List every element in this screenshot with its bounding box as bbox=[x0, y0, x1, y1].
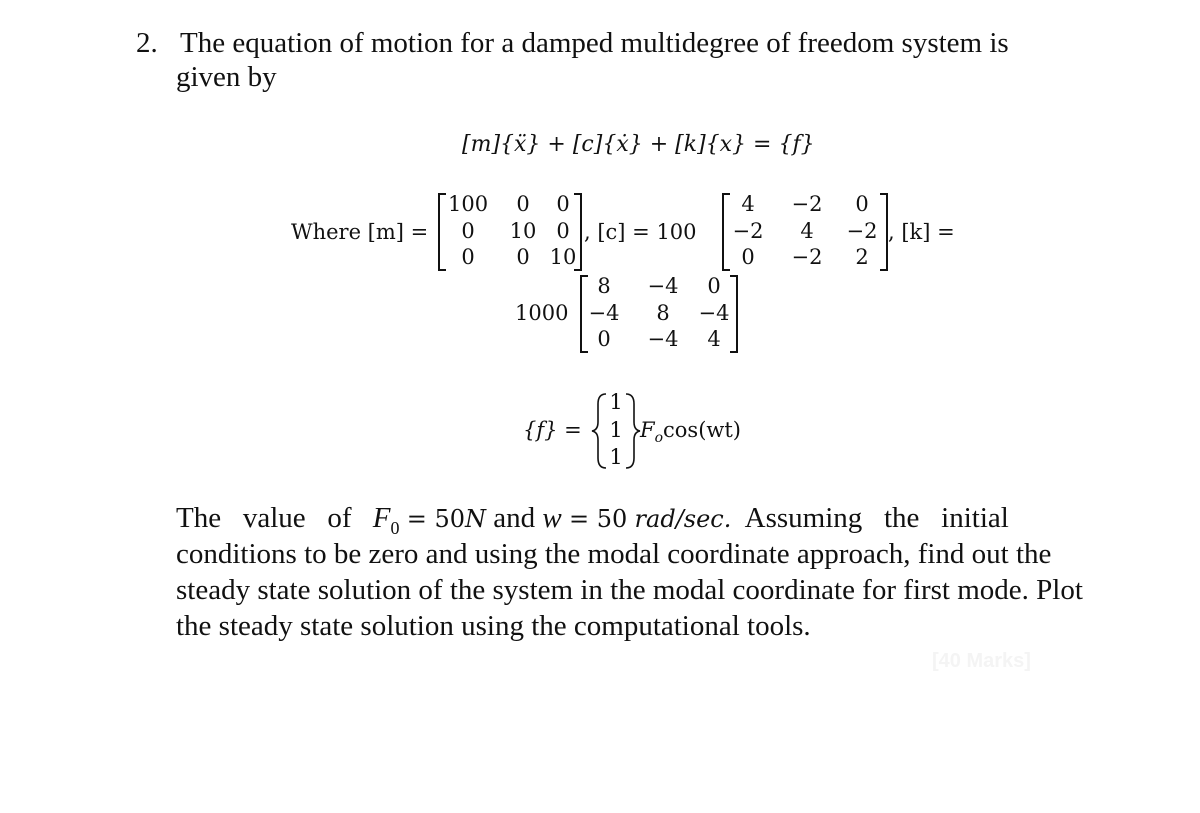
m-cell: 100 bbox=[448, 192, 489, 216]
c-cell: 2 bbox=[855, 245, 869, 269]
force-vector-entry: 1 bbox=[609, 445, 623, 469]
k-cell: 0 bbox=[597, 327, 611, 351]
force-vector-entry: 1 bbox=[609, 390, 623, 414]
m-cell: 10 bbox=[509, 219, 537, 243]
c-cell: −2 bbox=[791, 245, 823, 269]
force-amplitude-symbol: F bbox=[640, 418, 655, 442]
F0-unit: N bbox=[465, 505, 487, 533]
force-lhs: {f} = bbox=[523, 417, 582, 443]
mass-matrix: 100 0 0 0 10 0 0 0 10 bbox=[438, 191, 588, 271]
c-cell: 0 bbox=[741, 245, 755, 269]
w-symbol: w bbox=[542, 502, 562, 534]
m-cell: 0 bbox=[461, 245, 475, 269]
c-cell: −2 bbox=[791, 192, 823, 216]
stiffness-matrix: 8 −4 0 −4 8 −4 0 −4 4 bbox=[580, 273, 740, 353]
left-brace-icon bbox=[591, 393, 607, 469]
F0-subscript: 0 bbox=[390, 517, 400, 538]
m-cell: 0 bbox=[516, 192, 530, 216]
equation-of-motion: [m]{ẍ} + [c]{ẋ} + [k]{x} = {f} bbox=[462, 132, 815, 157]
right-bracket bbox=[574, 193, 582, 271]
force-amplitude-subscript: o bbox=[654, 430, 664, 447]
problem-line2: conditions to be zero and using the moda… bbox=[176, 538, 1052, 570]
question-intro-line2: given by bbox=[176, 61, 277, 93]
problem-text: The value of bbox=[176, 502, 352, 534]
k-cell: 4 bbox=[707, 327, 721, 351]
stiffness-scalar: 1000 bbox=[515, 301, 569, 325]
k-cell: 8 bbox=[597, 274, 611, 298]
force-vector-entry: 1 bbox=[609, 418, 623, 442]
c-cell: −2 bbox=[846, 219, 878, 243]
force-cos-term: cos(wt) bbox=[663, 418, 741, 442]
damping-matrix: 4 −2 0 −2 4 −2 0 −2 2 bbox=[722, 191, 894, 271]
k-cell: −4 bbox=[647, 327, 679, 351]
problem-line3: steady state solution of the system in t… bbox=[176, 574, 1083, 606]
F0-symbol: F bbox=[372, 502, 391, 534]
w-unit: rad/sec. bbox=[634, 505, 732, 533]
problem-line4: the steady state solution using the comp… bbox=[176, 610, 811, 642]
k-cell: −4 bbox=[588, 301, 620, 325]
k-cell: −4 bbox=[698, 301, 730, 325]
c-cell: 0 bbox=[855, 192, 869, 216]
k-cell: 0 bbox=[707, 274, 721, 298]
m-cell: 0 bbox=[516, 245, 530, 269]
right-bracket bbox=[730, 275, 738, 353]
question-intro-line1: The equation of motion for a damped mult… bbox=[180, 27, 1009, 59]
question-number: 2. bbox=[136, 27, 158, 59]
problem-text: and bbox=[493, 502, 536, 534]
force-lhs-text: {f} = bbox=[523, 418, 582, 442]
marks-watermark: [40 Marks] bbox=[932, 650, 1031, 672]
c-cell: 4 bbox=[741, 192, 755, 216]
c-cell: −2 bbox=[732, 219, 764, 243]
right-bracket bbox=[880, 193, 888, 271]
damping-matrix-label: , [c] = 100 bbox=[584, 220, 697, 244]
where-m-label: Where [m] = bbox=[291, 220, 429, 244]
right-brace-icon bbox=[625, 393, 641, 469]
m-cell: 0 bbox=[461, 219, 475, 243]
left-bracket bbox=[438, 193, 446, 271]
w-value: = 50 bbox=[569, 505, 628, 533]
problem-text: Assuming the initial bbox=[744, 502, 1009, 534]
force-rhs: Focos(wt) bbox=[640, 417, 741, 451]
k-cell: −4 bbox=[647, 274, 679, 298]
F0-value: = 50 bbox=[406, 505, 466, 533]
c-cell: 4 bbox=[800, 219, 814, 243]
stiffness-matrix-label: , [k] = bbox=[888, 220, 955, 244]
k-cell: 8 bbox=[656, 301, 670, 325]
